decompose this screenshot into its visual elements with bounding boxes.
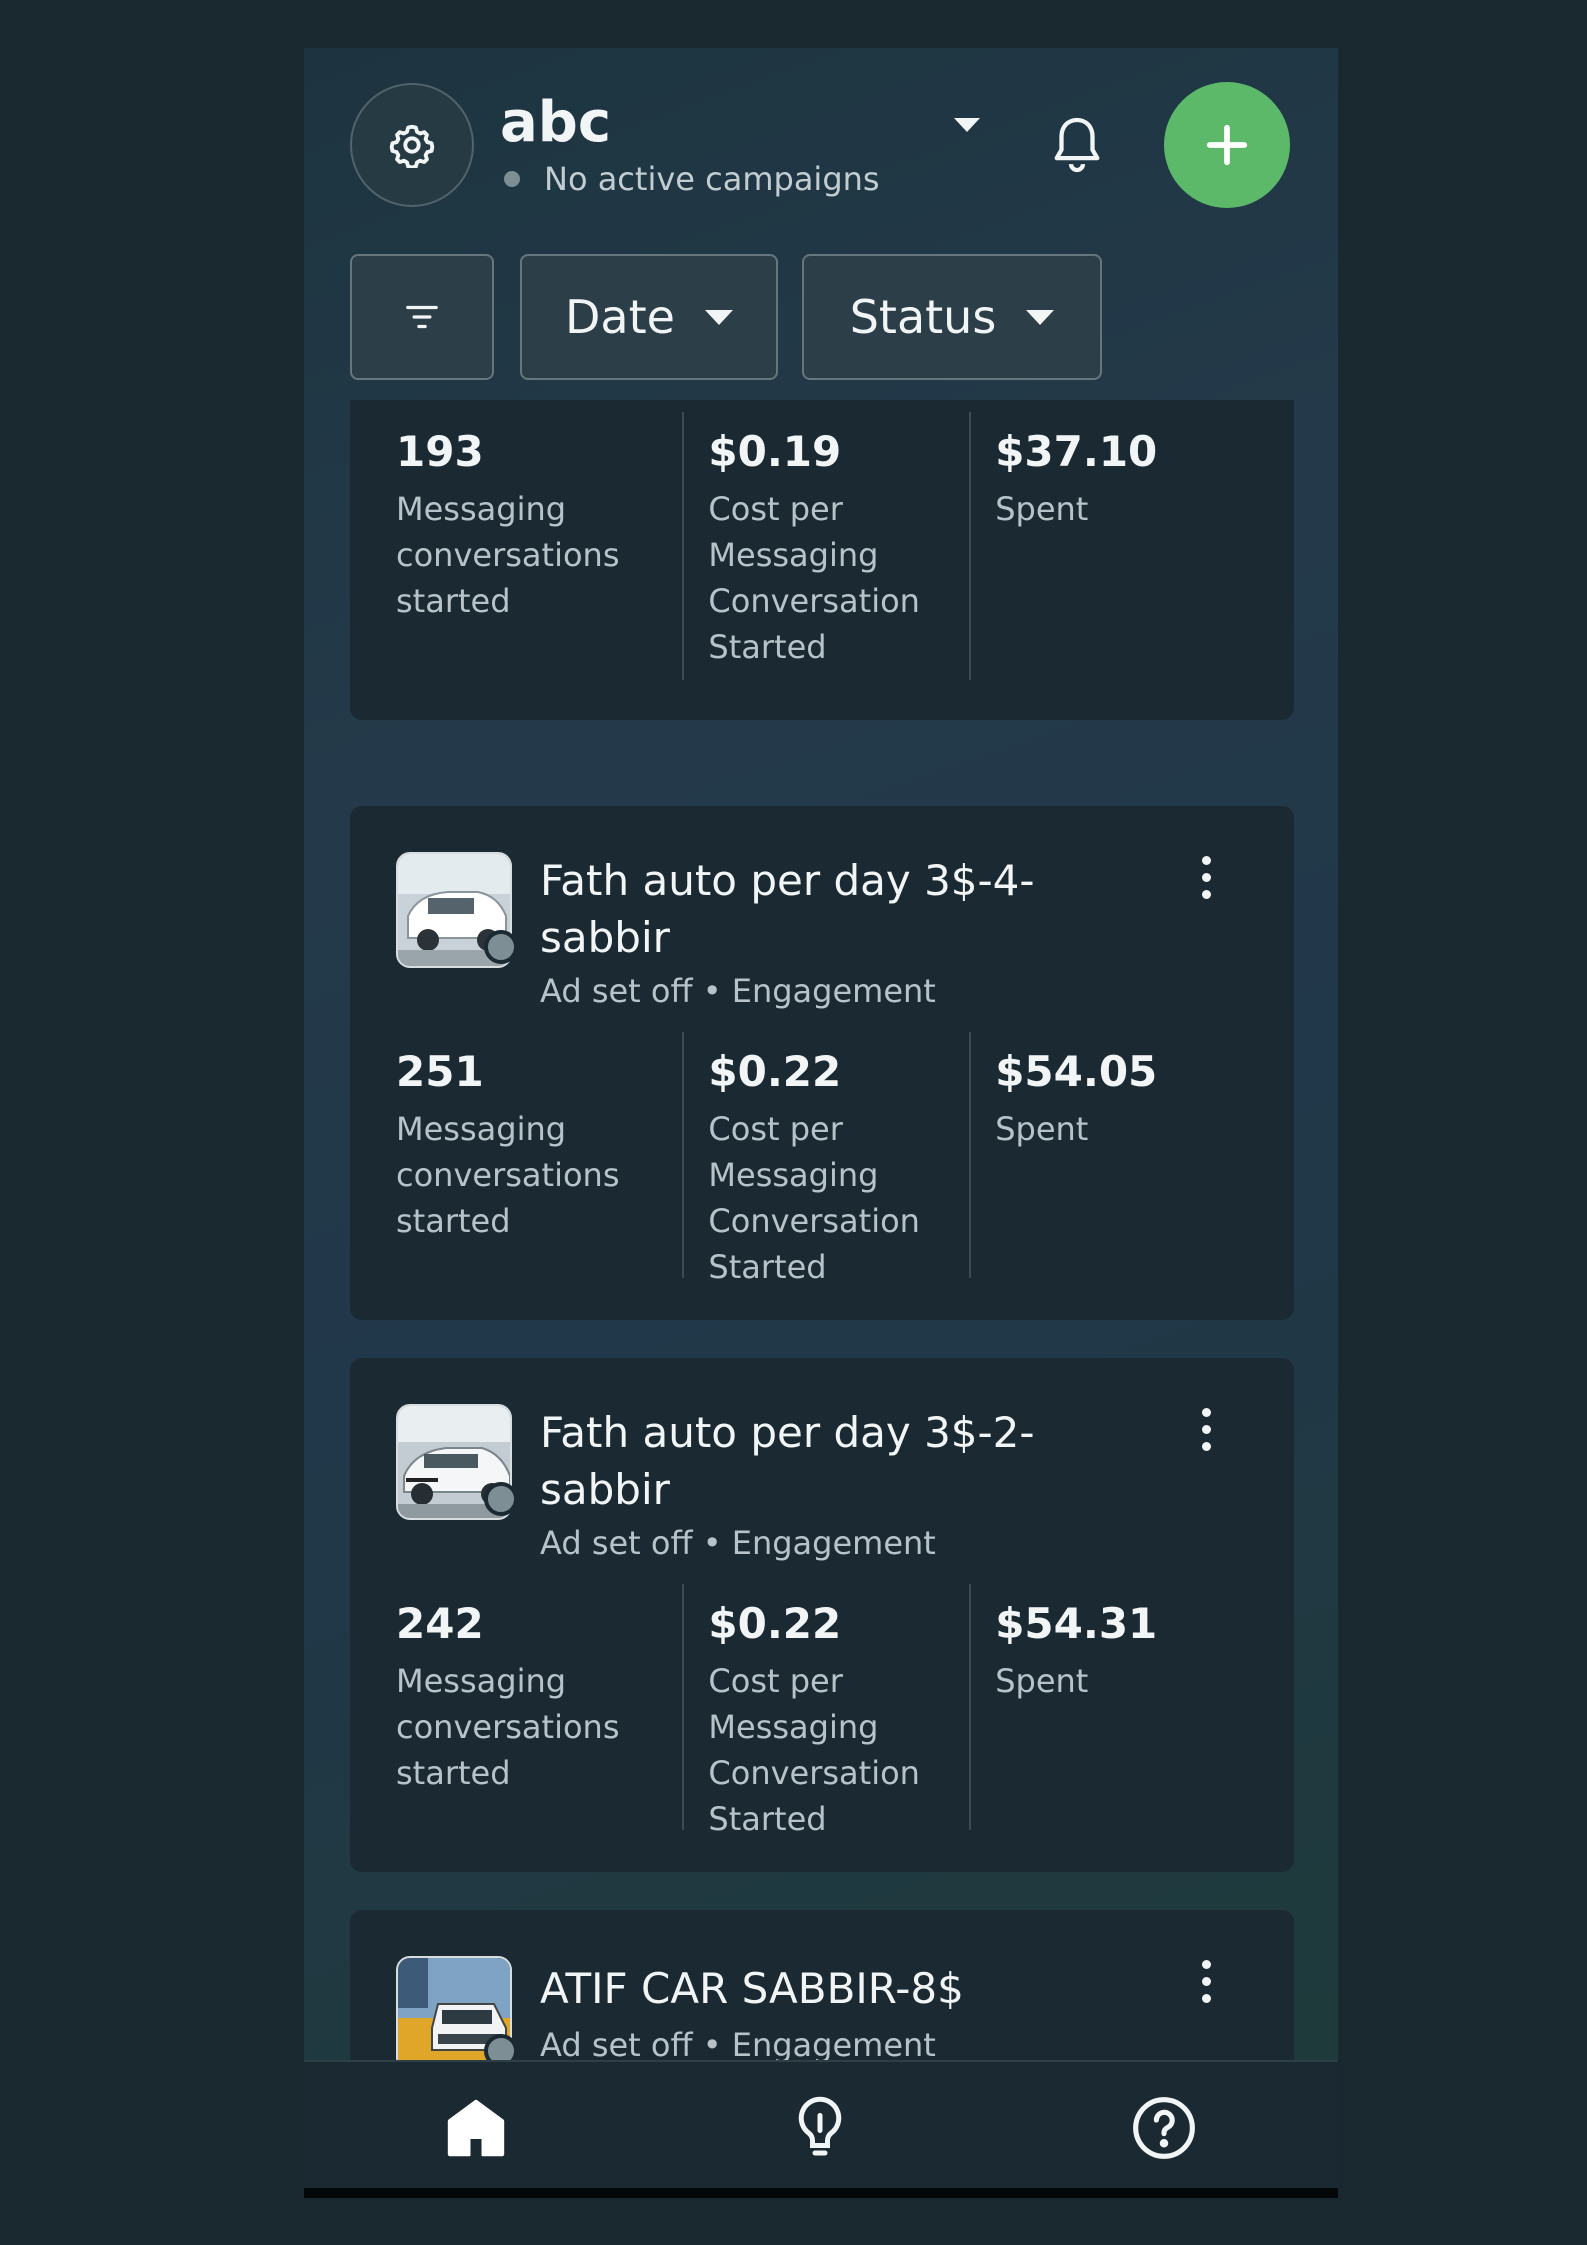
nav-help[interactable] <box>1128 2092 1200 2164</box>
filter-icon <box>406 305 438 329</box>
more-options-icon[interactable] <box>1202 1408 1214 1459</box>
metric-value: 193 <box>396 427 484 476</box>
campaign-subtitle: Ad set off • Engagement <box>540 1524 936 1562</box>
metric-label: Spent <box>995 1110 1089 1148</box>
metric-label: Messaging conversations started <box>396 1110 620 1240</box>
campaign-card[interactable]: Fath auto per day 3$-4-sabbir Ad set off… <box>350 806 1294 1320</box>
chevron-down-icon <box>1026 309 1055 325</box>
campaign-subtitle: Ad set off • Engagement <box>540 972 936 1010</box>
account-dropdown-caret-icon[interactable] <box>954 118 980 132</box>
settings-button[interactable] <box>350 83 474 207</box>
campaign-title[interactable]: ATIF CAR SABBIR-8$ <box>540 1960 1160 2017</box>
campaign-title[interactable]: Fath auto per day 3$-2-sabbir <box>540 1404 1160 1518</box>
gear-icon <box>389 124 435 168</box>
metric-cost-per-conversation: $0.19 Cost per Messaging Conversation St… <box>682 412 969 680</box>
date-filter-chip[interactable]: Date <box>520 254 778 380</box>
metric-label: Cost per Messaging Conversation Started <box>708 1662 920 1838</box>
metric-conversations: 251 Messaging conversations started <box>396 1032 682 1278</box>
status-filter-chip[interactable]: Status <box>802 254 1102 380</box>
metric-label: Cost per Messaging Conversation Started <box>708 1110 920 1286</box>
metric-label: Messaging conversations started <box>396 490 620 620</box>
metric-value: $54.05 <box>995 1047 1158 1096</box>
campaign-card[interactable]: Fath auto per day 3$-2-sabbir Ad set off… <box>350 1358 1294 1872</box>
nav-home[interactable] <box>440 2092 512 2164</box>
metric-value: $0.22 <box>708 1599 842 1648</box>
ad-status-dot <box>484 1482 518 1516</box>
lightbulb-icon <box>798 2096 842 2156</box>
notifications-button[interactable] <box>1048 114 1106 180</box>
app-screen: abc No active campaigns Date Status 193 … <box>304 48 1338 2196</box>
metric-value: $54.31 <box>995 1599 1158 1648</box>
plus-icon <box>1206 124 1248 166</box>
bottom-navigation <box>304 2060 1338 2190</box>
account-status: No active campaigns <box>500 160 880 198</box>
campaign-list[interactable]: 193 Messaging conversations started $0.1… <box>304 400 1338 2110</box>
metric-value: $0.19 <box>708 427 842 476</box>
metric-label: Cost per Messaging Conversation Started <box>708 490 920 666</box>
metric-label: Spent <box>995 490 1089 528</box>
more-options-icon[interactable] <box>1202 1960 1214 2011</box>
filter-button[interactable] <box>350 254 494 380</box>
campaign-subtitle: Ad set off • Engagement <box>540 2026 936 2064</box>
status-filter-label: Status <box>849 290 997 344</box>
campaign-title[interactable]: Fath auto per day 3$-4-sabbir <box>540 852 1160 966</box>
metric-conversations: 242 Messaging conversations started <box>396 1584 682 1830</box>
metric-value: $37.10 <box>995 427 1158 476</box>
date-filter-label: Date <box>565 290 675 344</box>
account-name[interactable]: abc <box>500 90 611 155</box>
nav-tips[interactable] <box>784 2092 856 2164</box>
metric-conversations: 193 Messaging conversations started <box>396 412 682 680</box>
home-icon <box>447 2099 505 2157</box>
metric-spent: $54.05 Spent <box>969 1032 1256 1278</box>
bell-icon <box>1054 117 1100 173</box>
metric-spent: $54.31 Spent <box>969 1584 1256 1830</box>
metric-label: Messaging conversations started <box>396 1662 620 1792</box>
create-button[interactable] <box>1164 82 1290 208</box>
metric-label: Spent <box>995 1662 1089 1700</box>
metric-value: $0.22 <box>708 1047 842 1096</box>
campaign-card[interactable]: 193 Messaging conversations started $0.1… <box>350 400 1294 720</box>
card-metrics: 242 Messaging conversations started $0.2… <box>396 1584 1256 1838</box>
chevron-down-icon <box>704 309 733 325</box>
account-status-text: No active campaigns <box>544 160 880 198</box>
card-metrics: 251 Messaging conversations started $0.2… <box>396 1032 1256 1286</box>
question-icon <box>1133 2097 1195 2159</box>
metric-spent: $37.10 Spent <box>969 412 1256 680</box>
metric-value: 242 <box>396 1599 484 1648</box>
metric-cost-per-conversation: $0.22 Cost per Messaging Conversation St… <box>682 1032 969 1286</box>
metric-value: 251 <box>396 1047 484 1096</box>
ad-status-dot <box>484 930 518 964</box>
metric-cost-per-conversation: $0.22 Cost per Messaging Conversation St… <box>682 1584 969 1838</box>
more-options-icon[interactable] <box>1202 856 1214 907</box>
header: abc No active campaigns Date Status <box>304 48 1338 388</box>
status-dot <box>504 171 520 187</box>
card-metrics: 193 Messaging conversations started $0.1… <box>396 412 1256 680</box>
